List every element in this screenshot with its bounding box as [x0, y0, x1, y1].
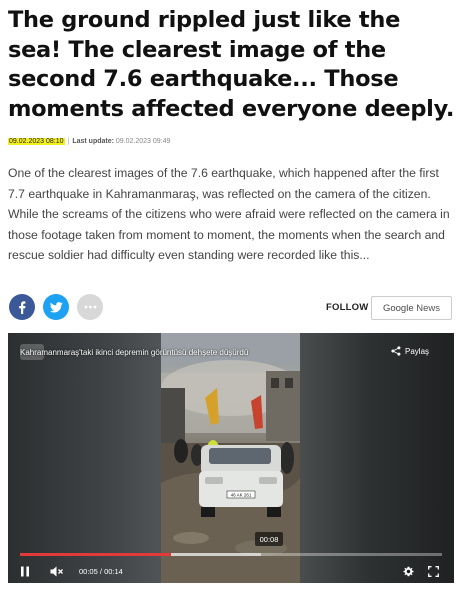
video-controls: 00:05 / 00:14 [8, 561, 454, 581]
video-blur-right [300, 333, 454, 583]
pause-button[interactable] [20, 561, 30, 581]
article-summary: One of the clearest images of the 7.6 ea… [8, 166, 450, 262]
video-time-display: 00:05 / 00:14 [79, 561, 123, 581]
last-update-date: 09.02.2023 09:49 [115, 138, 171, 145]
volume-muted-icon [50, 566, 63, 576]
last-update-label: Last update: [72, 138, 114, 145]
video-share-button[interactable]: Paylaş [391, 346, 429, 356]
seek-hover-time: 00:08 [255, 532, 283, 546]
meta-separator: | [67, 138, 70, 145]
gear-icon [403, 566, 414, 576]
facebook-share-button[interactable] [9, 294, 35, 320]
twitter-icon [49, 301, 63, 313]
google-wordmark: Google [382, 302, 414, 314]
mute-button[interactable] [50, 561, 64, 581]
car-plate: 46 AK 261 [231, 493, 252, 498]
video-share-label: Paylaş [405, 346, 430, 356]
more-share-button[interactable] [77, 294, 103, 320]
article-meta: 09.02.2023 08:10 | Last update: 09.02.2023… [8, 138, 170, 145]
more-icon [84, 305, 96, 309]
article-headline: The ground rippled just like the sea! Th… [8, 7, 455, 122]
publish-date: 09.02.2023 08:10 [8, 138, 65, 145]
news-wordmark: News [416, 302, 441, 314]
progress-played [20, 553, 171, 556]
video-blur-left [8, 333, 161, 583]
video-player[interactable]: 46 AK 261 Kahramanmaraş'taki ikinci depr… [8, 333, 454, 583]
video-progress-bar[interactable] [20, 553, 442, 556]
facebook-icon [19, 300, 26, 314]
fullscreen-icon [428, 565, 439, 577]
current-time: 00:05 [79, 566, 98, 576]
fullscreen-button[interactable] [428, 561, 439, 581]
google-news-follow-button[interactable]: Google News [371, 296, 452, 320]
settings-button[interactable] [403, 561, 414, 581]
follow-label: FOLLOW [326, 302, 369, 313]
twitter-share-button[interactable] [43, 294, 69, 320]
google-news-logo: Google News [383, 303, 440, 314]
share-icon [391, 346, 401, 356]
time-separator: / [99, 566, 102, 576]
pause-icon [21, 566, 29, 576]
video-title: Kahramanmaraş'taki ikinci depremin görün… [20, 348, 249, 357]
share-buttons [9, 294, 103, 320]
duration: 00:14 [104, 566, 123, 576]
